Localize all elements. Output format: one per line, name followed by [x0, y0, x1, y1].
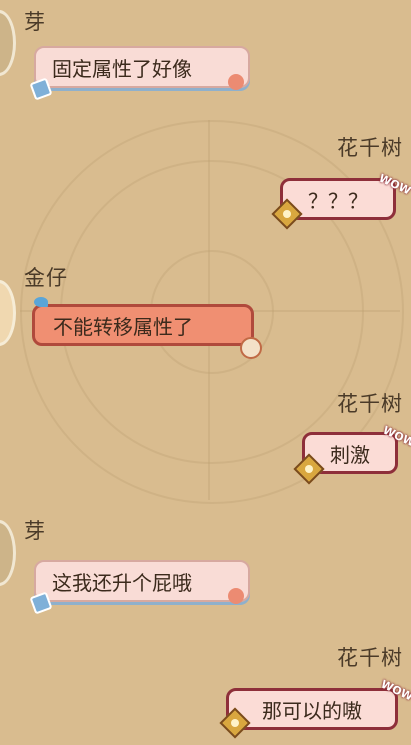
message-bubble[interactable]: 不能转移属性了 [32, 304, 254, 346]
message-text: 那可以的嗷 [262, 698, 362, 723]
sender-name: 花千树 [337, 136, 403, 160]
message-text: 这我还升个屁哦 [52, 570, 192, 595]
message-text: ？？？ [308, 188, 368, 213]
sender-name: 芽 [24, 519, 46, 543]
sender-name: 花千树 [337, 646, 403, 670]
bird-icon [34, 297, 48, 307]
balloon-icon [228, 74, 244, 90]
avatar[interactable] [0, 280, 16, 346]
sender-name: 芽 [24, 10, 46, 34]
avatar[interactable] [0, 10, 16, 76]
message-bubble[interactable]: 这我还升个屁哦 [34, 560, 250, 602]
message-bubble[interactable]: 固定属性了好像 [34, 46, 250, 88]
sender-name: 花千树 [337, 392, 403, 416]
message-text: 刺激 [330, 442, 370, 467]
balloon-icon [228, 588, 244, 604]
message-text: 不能转移属性了 [53, 314, 193, 339]
message-text: 固定属性了好像 [52, 56, 192, 81]
fruit-icon [240, 337, 262, 359]
message-bubble[interactable]: 那可以的嗷 [226, 688, 398, 730]
avatar[interactable] [0, 520, 16, 586]
sender-name: 金仔 [24, 266, 68, 290]
